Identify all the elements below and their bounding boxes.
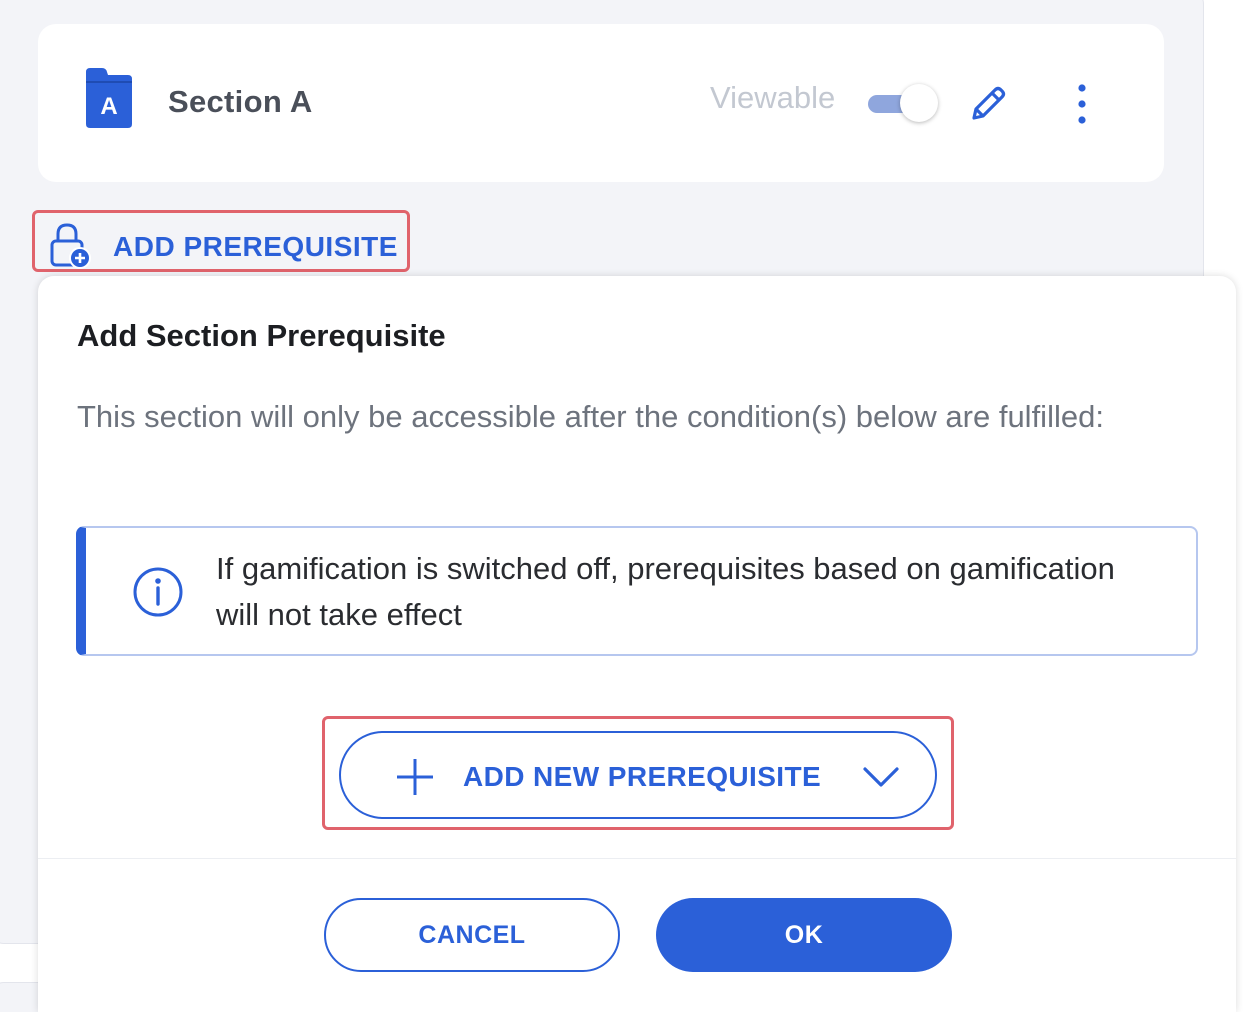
screen: A Section A Viewable ADD PREREQUISITE Ad… (0, 0, 1247, 1012)
more-vertical-icon[interactable] (1062, 82, 1102, 126)
ok-button[interactable]: OK (656, 898, 952, 972)
add-prerequisite-label: ADD PREREQUISITE (113, 231, 398, 262)
viewable-label: Viewable (710, 80, 836, 115)
add-new-prerequisite-highlight: ADD NEW PREREQUISITE (322, 716, 954, 830)
section-title: Section A (168, 84, 313, 119)
add-new-prerequisite-button[interactable]: ADD NEW PREREQUISITE (339, 731, 937, 819)
pencil-icon[interactable] (964, 80, 1012, 128)
dialog-title: Add Section Prerequisite (77, 318, 446, 353)
dialog-footer-divider (38, 858, 1236, 859)
info-text: If gamification is switched off, prerequ… (216, 551, 1115, 632)
add-prerequisite-link[interactable]: ADD PREREQUISITE (32, 210, 410, 272)
viewable-toggle[interactable] (864, 82, 940, 126)
info-alert: If gamification is switched off, prerequ… (76, 526, 1198, 656)
info-icon (133, 567, 183, 617)
cancel-button[interactable]: CANCEL (324, 898, 620, 972)
toggle-knob (900, 84, 938, 122)
plus-icon (397, 759, 433, 795)
section-card: A Section A Viewable (38, 24, 1164, 182)
lock-add-icon (50, 223, 91, 269)
folder-icon: A (86, 68, 132, 128)
dialog-description: This section will only be accessible aft… (77, 399, 1104, 434)
add-new-prerequisite-label: ADD NEW PREREQUISITE (463, 761, 822, 792)
folder-letter: A (100, 93, 117, 120)
chevron-down-icon (863, 767, 899, 787)
add-prerequisite-dialog: Add Section Prerequisite This section wi… (38, 276, 1236, 1012)
